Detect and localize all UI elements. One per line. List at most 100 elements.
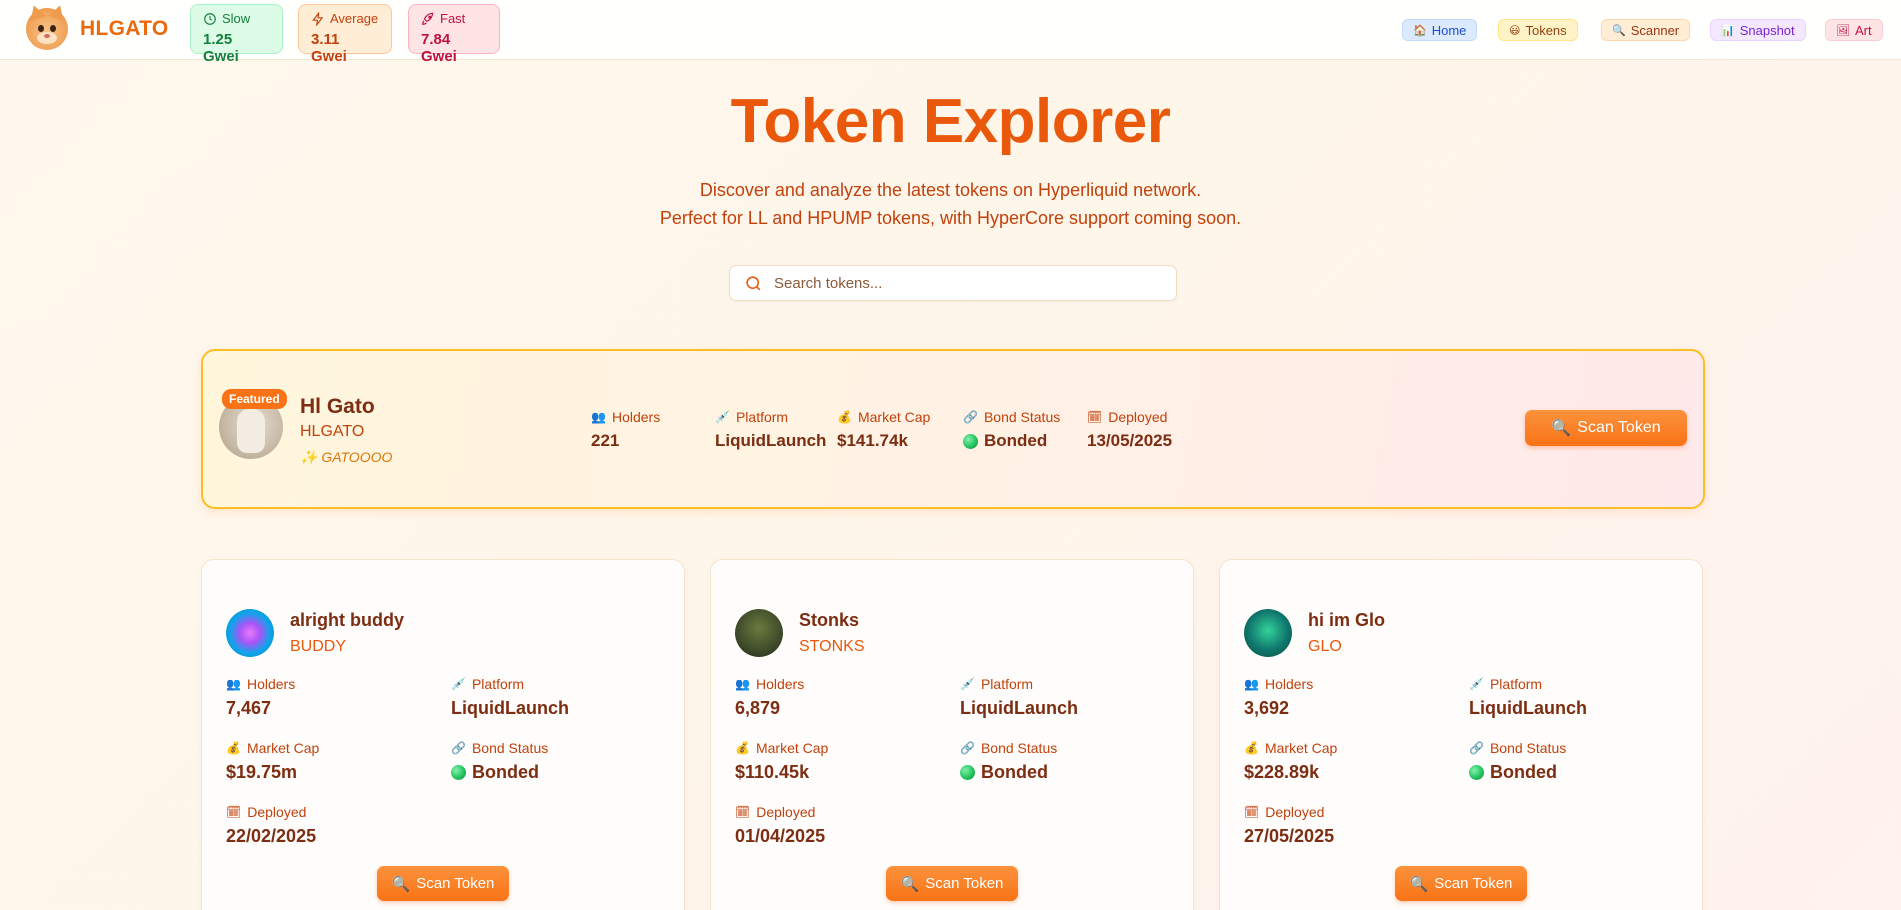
syringe-icon: 💉 [715, 410, 730, 424]
calendar-icon: 🗓 [1087, 410, 1103, 424]
link-icon: 🔗 [963, 410, 978, 424]
token-avatar [735, 609, 783, 657]
holders-label: Holders [1264, 676, 1314, 692]
rocket-icon [422, 11, 434, 25]
page-subtitle-line1: Discover and analyze the latest tokens o… [699, 180, 1202, 200]
bond-status-label: Bond Status [983, 409, 1061, 425]
scan-button-label: Scan Token [925, 875, 1004, 892]
nav-home-label: Home [1431, 22, 1467, 38]
bonded-dot-icon [451, 765, 466, 780]
scan-token-button[interactable]: 🔍 Scan Token [886, 866, 1018, 901]
link-icon: 🔗 [960, 741, 975, 755]
gas-average-label: Average [330, 11, 379, 26]
house-icon: 🏠 [1413, 24, 1427, 37]
nav-tokens[interactable]: 😃 Tokens [1498, 19, 1578, 41]
featured-token-tagline: ✨ GATOOOO [300, 449, 393, 465]
gas-slow-value: 1.25 Gwei [203, 31, 239, 65]
search-input[interactable] [774, 274, 1154, 292]
people-icon: 👥 [1244, 677, 1259, 691]
magnifier-icon: 🔍 [1612, 24, 1626, 37]
platform-value: LiquidLaunch [1469, 698, 1587, 718]
bond-status-value: Bonded [981, 762, 1048, 782]
nav-scanner[interactable]: 🔍 Scanner [1601, 19, 1691, 41]
bond-status-label: Bond Status [471, 740, 549, 756]
token-market-cap: 💰 Market Cap $110.45k [735, 740, 828, 783]
bond-status-value: Bonded [984, 431, 1048, 450]
gas-fast-label: Fast [440, 11, 466, 26]
deployed-label: Deployed [756, 804, 816, 820]
token-bond-status: 🔗 Bond Status Bonded [1469, 740, 1566, 783]
nav-home[interactable]: 🏠 Home [1402, 19, 1478, 41]
featured-token-name: Hl Gato [300, 395, 375, 418]
search-icon [746, 275, 761, 290]
nav-scanner-label: Scanner [1630, 22, 1680, 38]
deployed-value: 22/02/2025 [226, 826, 317, 846]
token-bond-status: 🔗 Bond Status Bonded [960, 740, 1057, 783]
featured-deployed: 🗓 Deployed 13/05/2025 [1087, 409, 1172, 451]
holders-value: 221 [591, 431, 620, 450]
bar-chart-icon: 📊 [1721, 24, 1735, 37]
featured-scan-token-button[interactable]: 🔍 Scan Token [1525, 410, 1687, 446]
market-cap-label: Market Cap [857, 409, 931, 425]
platform-value: LiquidLaunch [451, 698, 569, 718]
page-subtitle-line2: Perfect for LL and HPUMP tokens, with Hy… [659, 208, 1242, 228]
holders-label: Holders [755, 676, 805, 692]
bond-status-value: Bonded [1490, 762, 1557, 782]
deployed-value: 13/05/2025 [1087, 431, 1173, 450]
nav-art[interactable]: 🖼 Art [1825, 19, 1883, 41]
page-title: Token Explorer [730, 87, 1171, 156]
token-avatar [1244, 609, 1292, 657]
token-market-cap: 💰 Market Cap $19.75m [226, 740, 319, 783]
token-deployed: 🗓 Deployed 22/02/2025 [226, 804, 316, 847]
nav-art-label: Art [1854, 22, 1872, 38]
lightning-icon [312, 11, 324, 26]
market-cap-label: Market Cap [1264, 740, 1338, 756]
magnifier-icon: 🔍 [391, 875, 411, 893]
token-deployed: 🗓 Deployed 01/04/2025 [735, 804, 825, 847]
scan-button-label: Scan Token [1577, 419, 1661, 436]
token-card: alright buddy BUDDY 👥 Holders 7,467 💉 Plat… [201, 559, 685, 910]
featured-holders: 👥 Holders 221 [591, 409, 660, 451]
syringe-icon: 💉 [960, 677, 975, 691]
brand-logo-link[interactable]: HLGATO [26, 2, 169, 50]
market-cap-label: Market Cap [246, 740, 320, 756]
holders-label: Holders [246, 676, 296, 692]
people-icon: 👥 [735, 677, 750, 691]
market-cap-value: $228.89k [1244, 762, 1320, 782]
top-header: HLGATO Slow 1.25 Gwei Average 3.11 Gwei … [0, 0, 1901, 65]
token-symbol: STONKS [799, 638, 865, 655]
bonded-dot-icon [963, 433, 978, 449]
platform-value: LiquidLaunch [960, 698, 1078, 718]
calendar-icon: 🗓 [735, 805, 751, 819]
bond-status-value: Bonded [472, 762, 539, 782]
token-name: alright buddy [290, 610, 404, 630]
scan-button-label: Scan Token [1434, 875, 1513, 892]
scan-token-button[interactable]: 🔍 Scan Token [1395, 866, 1527, 901]
money-bag-icon: 💰 [226, 741, 241, 755]
nav-snapshot[interactable]: 📊 Snapshot [1710, 19, 1806, 41]
picture-icon: 🖼 [1836, 24, 1850, 37]
gas-fast-card: Fast 7.84 Gwei [408, 4, 500, 65]
deployed-value: 01/04/2025 [735, 826, 826, 846]
clock-icon [204, 12, 216, 25]
featured-token-symbol: HLGATO [300, 423, 365, 440]
token-holders: 👥 Holders 3,692 [1244, 676, 1313, 719]
token-holders: 👥 Holders 6,879 [735, 676, 804, 719]
deployed-label: Deployed [1108, 409, 1168, 425]
people-icon: 👥 [226, 677, 241, 691]
cat-logo-icon [26, 2, 68, 50]
token-name: Stonks [799, 610, 860, 630]
bonded-dot-icon [960, 765, 975, 780]
token-avatar [226, 609, 274, 657]
scan-token-button[interactable]: 🔍 Scan Token [377, 866, 509, 901]
token-card: Stonks STONKS 👥 Holders 6,879 💉 Platform L… [710, 559, 1194, 910]
nav-tokens-label: Tokens [1525, 22, 1567, 38]
featured-badge: Featured [222, 389, 287, 409]
holders-label: Holders [611, 409, 661, 425]
platform-label: Platform [1489, 676, 1543, 692]
token-bond-status: 🔗 Bond Status Bonded [451, 740, 548, 783]
calendar-icon: 🗓 [226, 805, 242, 819]
gas-average-value: 3.11 Gwei [311, 31, 347, 65]
platform-label: Platform [980, 676, 1034, 692]
search-box[interactable] [729, 265, 1177, 301]
